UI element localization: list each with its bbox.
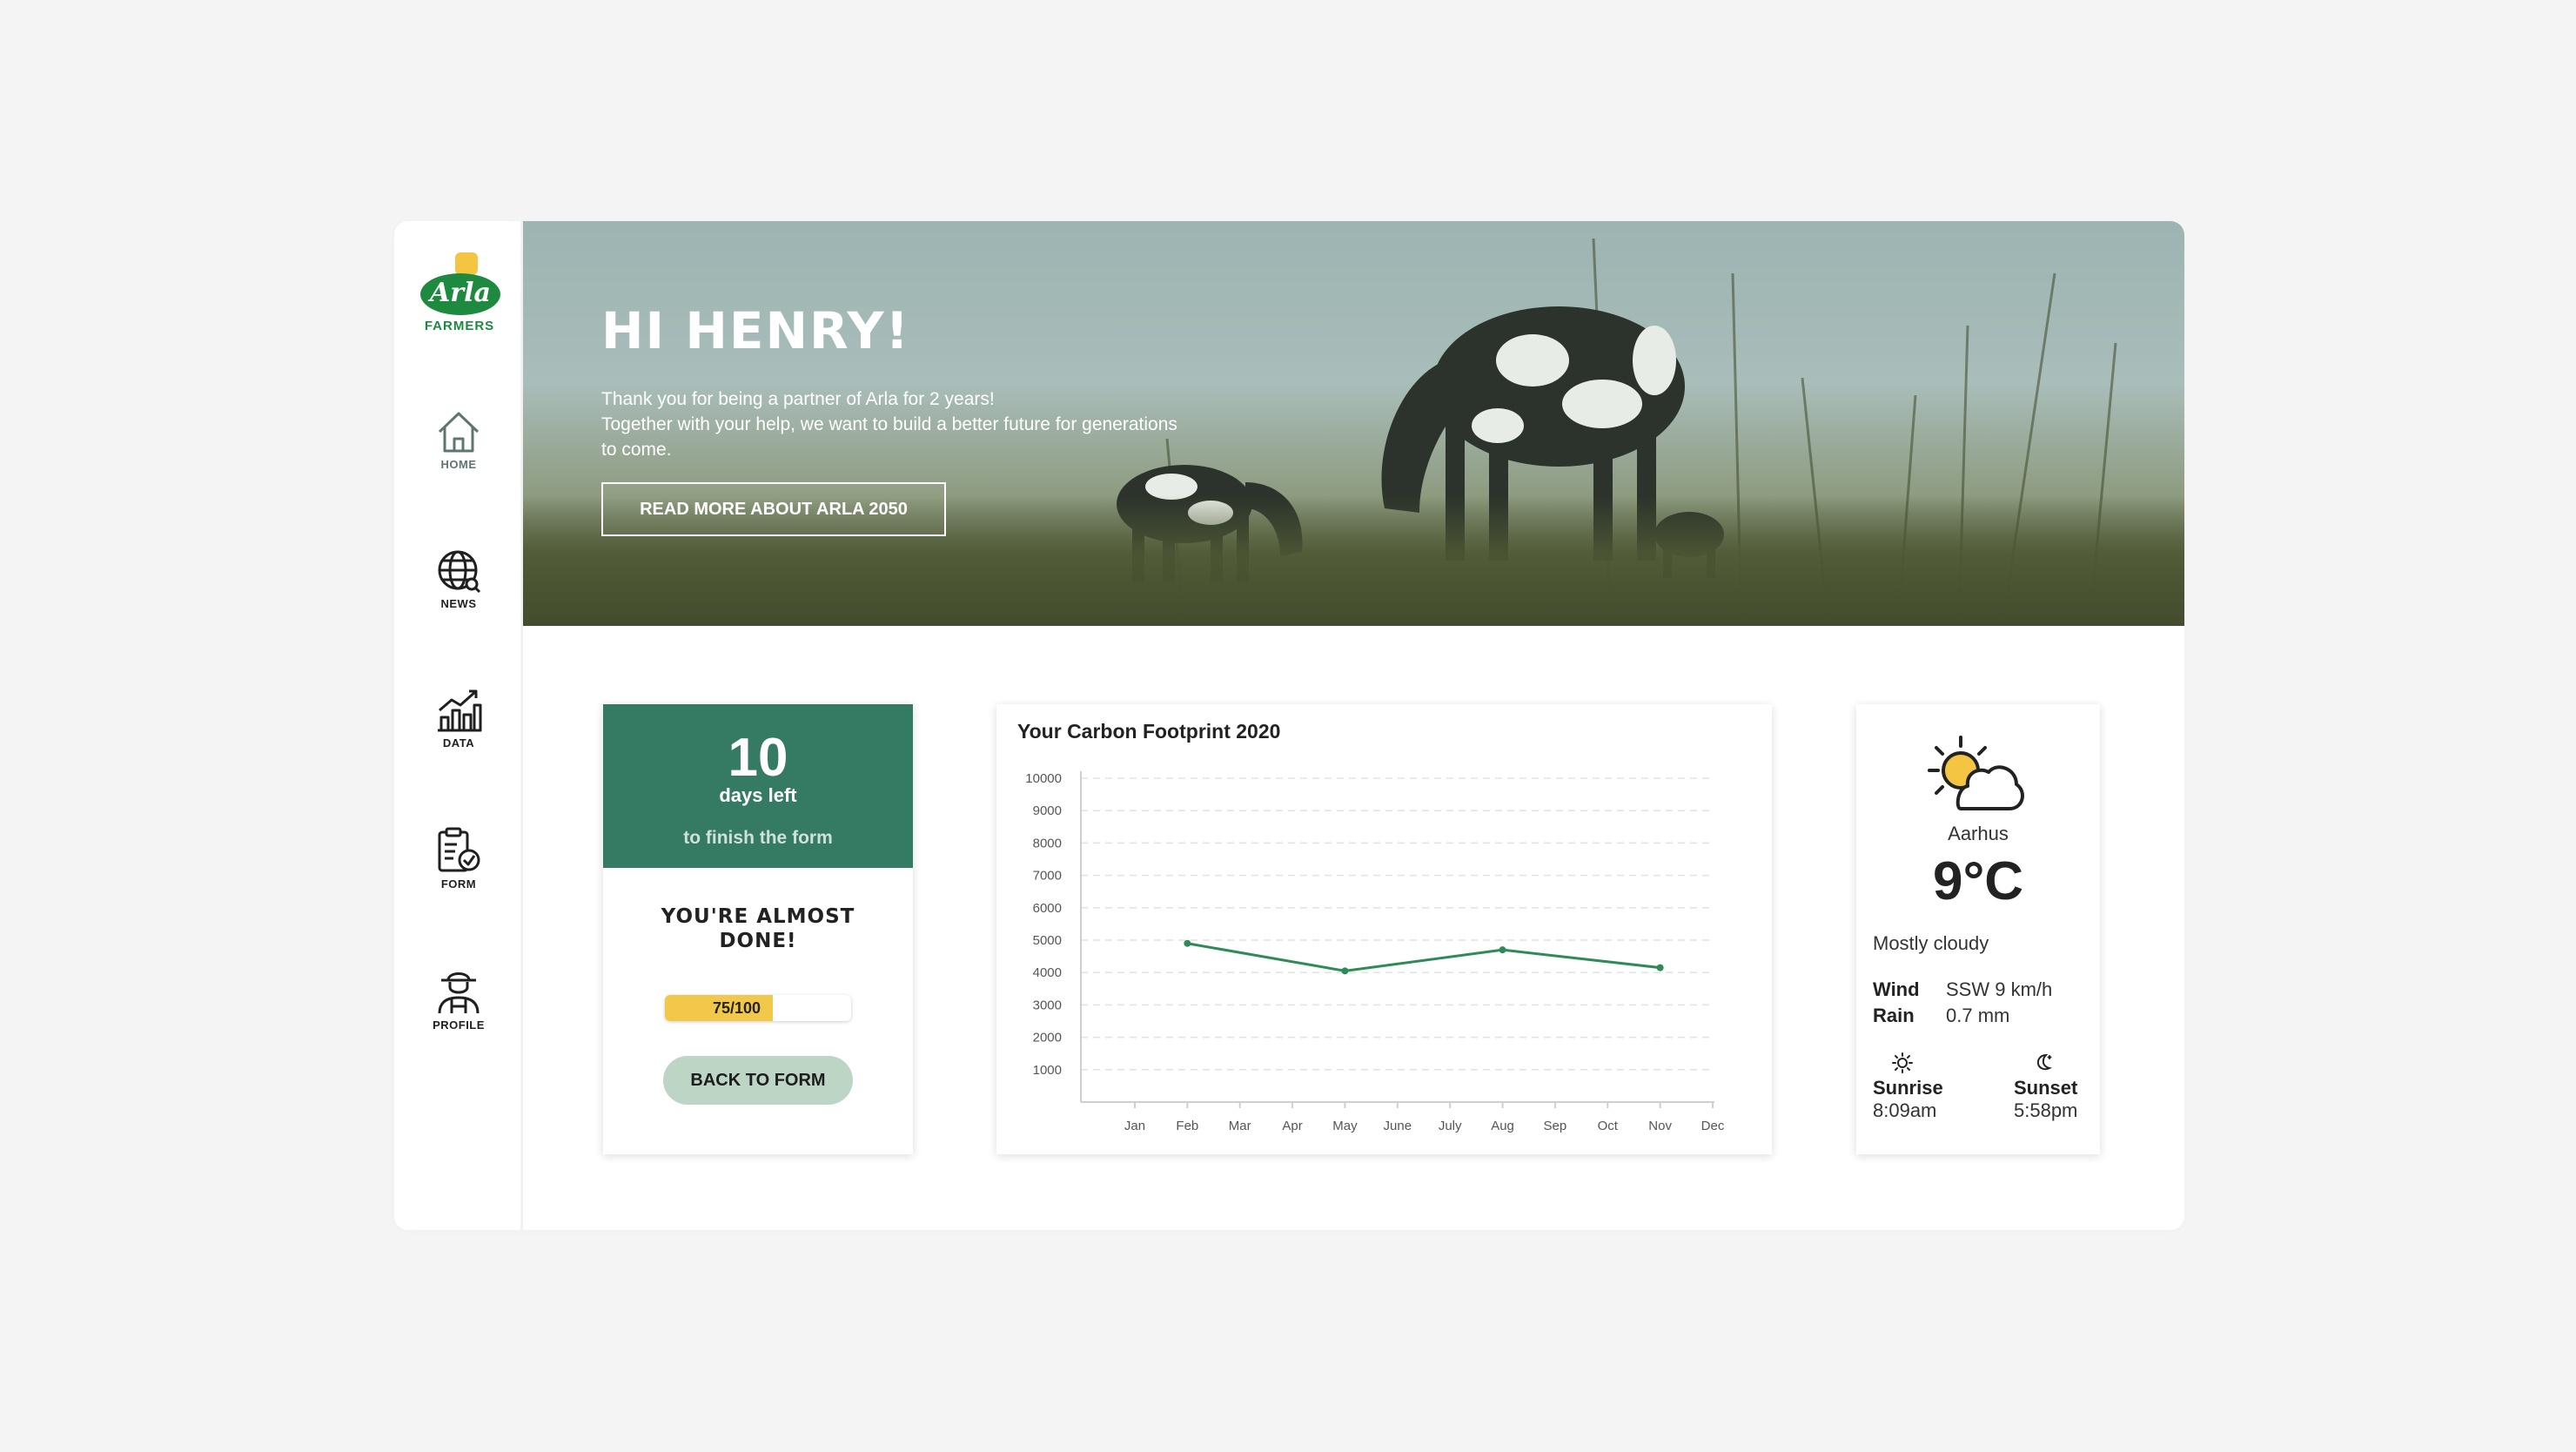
days-left-count: 10 [728, 728, 788, 788]
chart-y-tick-label: 8000 [1033, 836, 1062, 850]
chart-y-tick-label: 10000 [1025, 771, 1062, 786]
clipboard-check-icon [438, 827, 480, 872]
chart-y-tick-label: 3000 [1033, 998, 1062, 1012]
almost-done-line: DONE! [719, 930, 797, 952]
chart-series-line [1187, 942, 1660, 972]
moon-icon [2036, 1053, 2053, 1071]
bar-chart-icon [438, 689, 482, 732]
wind-value: SSW 9 km/h [1946, 978, 2053, 1000]
chart-data-point [1184, 939, 1191, 947]
chart-y-tick-label: 1000 [1033, 1063, 1062, 1078]
rain-value: 0.7 mm [1946, 1005, 2010, 1026]
sunset-value: 5:58pm [2014, 1099, 2078, 1121]
chart-x-tick-label: Feb [1176, 1119, 1198, 1133]
chart-x-tick-label: Sep [1544, 1119, 1567, 1133]
sidebar-item-label: NEWS [440, 597, 477, 610]
sunrise-label: Sunrise [1873, 1077, 1943, 1099]
almost-done-line: YOU'RE ALMOST [661, 905, 855, 928]
chart-y-tick-label: 2000 [1033, 1031, 1062, 1045]
logo-subtitle: FARMERS [424, 319, 495, 333]
sun-cloud-icon [1928, 736, 2024, 810]
days-left-label: days left [719, 784, 797, 806]
sidebar-item-home[interactable]: HOME [394, 409, 523, 471]
hero-message-line: Thank you for being a partner of Arla fo… [601, 389, 995, 409]
sidebar-item-form[interactable]: FORM [394, 827, 523, 891]
sunrise-icon [1892, 1052, 1913, 1073]
chart-x-tick-label: July [1439, 1119, 1462, 1133]
arla-logo[interactable]: Arla FARMERS [413, 252, 506, 333]
hero-banner: HI HENRY! Thank you for being a partner … [523, 221, 2184, 626]
chart-x-tick-label: Jan [1124, 1119, 1145, 1133]
chart-x-tick-label: June [1384, 1119, 1412, 1133]
weather-city: Aarhus [1948, 823, 2009, 844]
sidebar-item-profile[interactable]: PROFILE [394, 966, 523, 1032]
wind-label: Wind [1873, 978, 1920, 1000]
chart-y-tick-label: 6000 [1033, 901, 1062, 916]
hero-message: Thank you for being a partner of Arla fo… [601, 387, 1280, 462]
sidebar-item-data[interactable]: DATA [394, 688, 523, 750]
sidebar: Arla FARMERS HOME NEWS DATA FORM PROFILE [394, 221, 523, 1230]
weather-condition: Mostly cloudy [1873, 932, 1989, 954]
form-progress-card: 10 days left to finish the form YOU'RE A… [603, 704, 913, 1154]
farmer-icon [438, 972, 480, 1014]
back-to-form-button[interactable]: BACK TO FORM [663, 1056, 853, 1105]
read-more-button[interactable]: READ MORE ABOUT ARLA 2050 [601, 482, 946, 536]
wind-row: Wind SSW 9 km/h [1873, 978, 2052, 1001]
deadline-panel: 10 days left to finish the form [603, 704, 913, 868]
rain-label: Rain [1873, 1005, 1915, 1026]
hero-message-line: to come. [601, 440, 672, 460]
dashboard-window: Arla FARMERS HOME NEWS DATA FORM PROFILE… [394, 221, 2184, 1230]
chart-x-tick-label: Apr [1282, 1119, 1302, 1133]
weather-temperature: 9°C [1932, 851, 2024, 911]
form-progress-bar: 75/100 [665, 995, 851, 1021]
chart-data-point [1341, 967, 1349, 975]
sunrise-value: 8:09am [1873, 1099, 1937, 1121]
sidebar-item-label: HOME [440, 458, 477, 471]
sidebar-item-label: PROFILE [433, 1018, 485, 1032]
chart-data-point [1499, 946, 1506, 954]
chart-x-tick-label: May [1332, 1119, 1358, 1133]
home-icon [438, 412, 480, 453]
hero-message-line: Together with your help, we want to buil… [601, 414, 1177, 434]
almost-done-heading: YOU'RE ALMOST DONE! [603, 904, 913, 953]
sidebar-item-news[interactable]: NEWS [394, 548, 523, 610]
sunset-label: Sunset [2014, 1077, 2078, 1099]
chart-x-tick-label: Nov [1648, 1119, 1672, 1133]
chart-data-point [1656, 964, 1664, 971]
chart-y-tick-label: 4000 [1033, 965, 1062, 980]
greeting-heading: HI HENRY! [601, 301, 910, 360]
sunrise-block: Sunrise 8:09am [1873, 1052, 1943, 1122]
logo-text: Arla [430, 278, 491, 308]
chart-y-tick-label: 9000 [1033, 803, 1062, 818]
chart-x-tick-label: Oct [1598, 1119, 1619, 1133]
weather-card: Aarhus 9°C Mostly cloudy Wind SSW 9 km/h … [1856, 704, 2100, 1154]
carbon-footprint-card: Your Carbon Footprint 2020 1000 2000 3000 4… [996, 704, 1772, 1154]
chart-x-tick-label: Aug [1491, 1119, 1514, 1133]
sidebar-item-label: DATA [442, 736, 475, 750]
logo-cow-icon [455, 252, 478, 275]
chart-y-tick-label: 7000 [1033, 869, 1062, 884]
sunset-block: Sunset 5:58pm [2014, 1052, 2077, 1122]
progress-text: 75/100 [712, 999, 761, 1017]
carbon-footprint-chart: 1000 2000 3000 4000 5000 6000 7000 8000 9000 1000… [1025, 771, 1725, 1133]
rain-row: Rain 0.7 mm [1873, 1005, 2009, 1027]
sidebar-item-label: FORM [440, 877, 477, 891]
chart-x-tick-label: Dec [1701, 1119, 1725, 1133]
chart-y-tick-label: 5000 [1033, 933, 1062, 948]
globe-icon [438, 550, 481, 594]
chart-x-tick-label: Mar [1229, 1119, 1251, 1133]
finish-form-label: to finish the form [683, 828, 833, 848]
